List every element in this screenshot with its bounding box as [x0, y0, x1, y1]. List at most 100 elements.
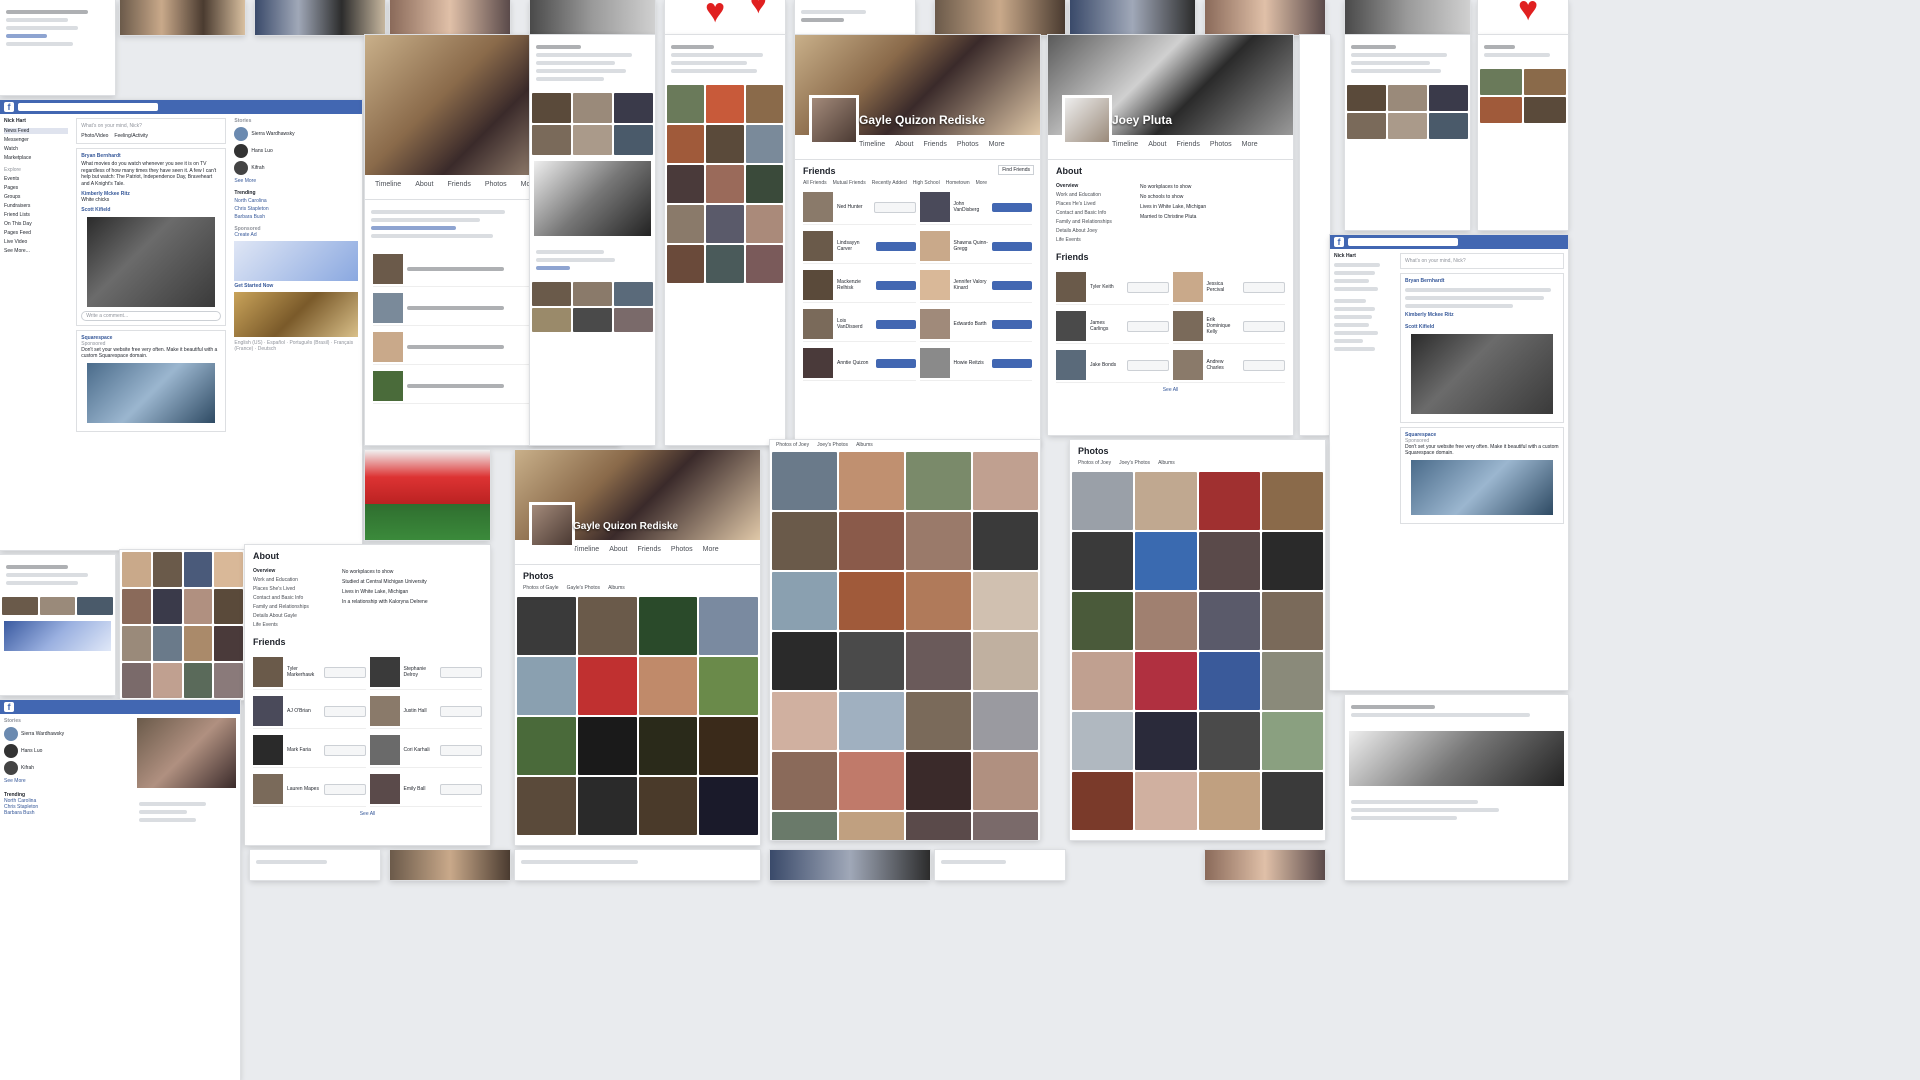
story-name[interactable]: Sierra Wardhawsky [251, 131, 294, 137]
friend-name[interactable]: Anntie Quizon [837, 360, 872, 366]
photo-thumbnail[interactable] [973, 572, 1038, 630]
avatar[interactable] [234, 127, 249, 141]
photo-thumbnail[interactable] [772, 572, 837, 630]
filter-mutual[interactable]: Mutual Friends [833, 180, 866, 186]
photo-thumbnail[interactable] [973, 752, 1038, 810]
friend-name[interactable]: Tyler Markerhawk [287, 666, 320, 678]
friend-name[interactable]: Howie Reitzis [954, 360, 989, 366]
see-all-link[interactable]: See All [245, 811, 490, 817]
tab-albums[interactable]: Albums [856, 442, 873, 448]
photo-thumbnail[interactable] [1198, 532, 1260, 590]
video-thumbnail[interactable] [87, 217, 216, 307]
photo-thumbnail[interactable] [973, 512, 1038, 570]
tab-more[interactable]: More [989, 141, 1005, 153]
photo-thumbnail[interactable] [906, 572, 971, 630]
photo-thumbnail[interactable] [772, 812, 837, 840]
photo-video-button[interactable]: Photo/Video [81, 133, 108, 139]
friend-name[interactable]: Justin Hall [404, 708, 437, 714]
photo-thumbnail[interactable] [1072, 532, 1134, 590]
tab-photos[interactable]: Photos [1210, 141, 1232, 153]
photo-thumbnail[interactable] [1261, 592, 1323, 650]
friend-name[interactable]: Jennifer Valory Kinard [954, 279, 989, 291]
tab-about[interactable]: About [609, 546, 627, 558]
friends-button[interactable] [440, 783, 482, 795]
friends-button[interactable] [323, 666, 366, 678]
table-row[interactable]: Andrew Charles [1172, 348, 1285, 383]
sidebar-user-name[interactable]: Nick Hart [4, 118, 68, 124]
profile-name[interactable]: Gayle Quizon Rediske [859, 113, 985, 127]
about-item[interactable]: Details About Joey [1056, 228, 1126, 234]
friends-button[interactable] [1243, 320, 1285, 332]
photo-thumbnail[interactable] [1198, 472, 1260, 530]
friends-button[interactable] [1243, 281, 1285, 293]
table-row[interactable]: Justin Hall [369, 694, 482, 729]
friends-button[interactable] [323, 705, 366, 717]
photo-thumbnail[interactable] [137, 718, 236, 788]
photo-thumbnail[interactable] [1135, 472, 1197, 530]
see-more-link[interactable]: See More [234, 178, 358, 184]
sidebar-item-pages-feed[interactable]: Pages Feed [4, 230, 68, 236]
photo-thumbnail[interactable] [772, 512, 837, 570]
friends-button[interactable] [1126, 359, 1169, 371]
table-row[interactable]: Edwardo Barth [919, 307, 1032, 342]
tab-timeline[interactable]: Timeline [573, 546, 599, 558]
photo-thumbnail[interactable] [772, 632, 837, 690]
about-item[interactable]: Details About Gayle [253, 613, 328, 619]
cover-photo-small[interactable] [534, 161, 651, 236]
table-row[interactable]: Shawna Quinn-Gregg [919, 229, 1032, 264]
friends-button[interactable] [1126, 281, 1169, 293]
video-author[interactable]: Scott Kifield [1405, 324, 1559, 330]
friends-button[interactable] [873, 201, 916, 213]
photo-thumbnail[interactable] [839, 632, 904, 690]
sidebar-item-fundraisers[interactable]: Fundraisers [4, 203, 68, 209]
about-item[interactable]: Contact and Basic Info [253, 595, 328, 601]
photo-thumbnail[interactable] [1135, 712, 1197, 770]
about-item[interactable]: Contact and Basic Info [1056, 210, 1126, 216]
table-row[interactable]: Mackenzie Relhisk [803, 268, 916, 303]
photo-thumbnail[interactable] [1072, 712, 1134, 770]
add-friend-button[interactable] [992, 358, 1032, 368]
avatar[interactable] [529, 502, 575, 548]
sidebar-item-on-this-day[interactable]: On This Day [4, 221, 68, 227]
sidebar-user-name[interactable]: Nick Hart [1334, 253, 1392, 259]
tab-timeline[interactable]: Timeline [375, 181, 401, 193]
photo-thumbnail[interactable] [577, 777, 637, 835]
table-row[interactable]: Erik Dominique Kelly [1172, 309, 1285, 344]
photo-thumbnail[interactable] [517, 717, 576, 775]
table-row[interactable]: Tyler Keith [1056, 270, 1169, 305]
photo-thumbnail[interactable] [517, 777, 576, 835]
tab-friends[interactable]: Friends [638, 546, 661, 558]
tab-friends[interactable]: Friends [924, 141, 947, 153]
tab-timeline[interactable]: Timeline [1112, 141, 1138, 153]
photo-thumbnail[interactable] [638, 717, 698, 775]
about-item[interactable]: Overview [1056, 183, 1126, 189]
photo-thumbnail[interactable] [1261, 772, 1323, 830]
photo-thumbnail[interactable] [973, 692, 1038, 750]
about-item[interactable]: Work and Education [253, 577, 328, 583]
trending-item[interactable]: Barbara Bush [234, 214, 358, 220]
photo-thumbnail[interactable] [577, 657, 637, 715]
friend-name[interactable]: Lauren Mapes [287, 786, 320, 792]
photo-thumbnail[interactable] [1261, 652, 1323, 710]
photo-thumbnail[interactable] [839, 812, 904, 840]
photo-thumbnail[interactable] [1072, 592, 1134, 650]
tab-own-photos[interactable]: Joey's Photos [1119, 460, 1150, 466]
add-friend-button[interactable] [875, 241, 916, 251]
cover-photo[interactable]: Gayle Quizon Rediske [795, 35, 1040, 145]
filter-more[interactable]: More [976, 180, 987, 186]
search-input[interactable] [1348, 238, 1458, 246]
photo-thumbnail[interactable] [1198, 592, 1260, 650]
friends-button[interactable] [440, 705, 482, 717]
about-item[interactable]: Life Events [1056, 237, 1126, 243]
photo-thumbnail[interactable] [973, 812, 1038, 840]
table-row[interactable]: Cori Karhali [369, 733, 482, 768]
cover-photo-small[interactable] [1349, 731, 1564, 786]
post-author[interactable]: Bryan Bernhardt [1405, 278, 1559, 284]
photo-thumbnail[interactable] [839, 752, 904, 810]
facebook-logo-icon[interactable]: f [1334, 237, 1344, 247]
tab-friends[interactable]: Friends [1177, 141, 1200, 153]
cover-photo[interactable]: Gayle Quizon Rediske [515, 450, 760, 548]
sidebar-item-friend-lists[interactable]: Friend Lists [4, 212, 68, 218]
tab-about[interactable]: About [415, 181, 433, 193]
friend-name[interactable]: Stephanie Delroy [404, 666, 437, 678]
